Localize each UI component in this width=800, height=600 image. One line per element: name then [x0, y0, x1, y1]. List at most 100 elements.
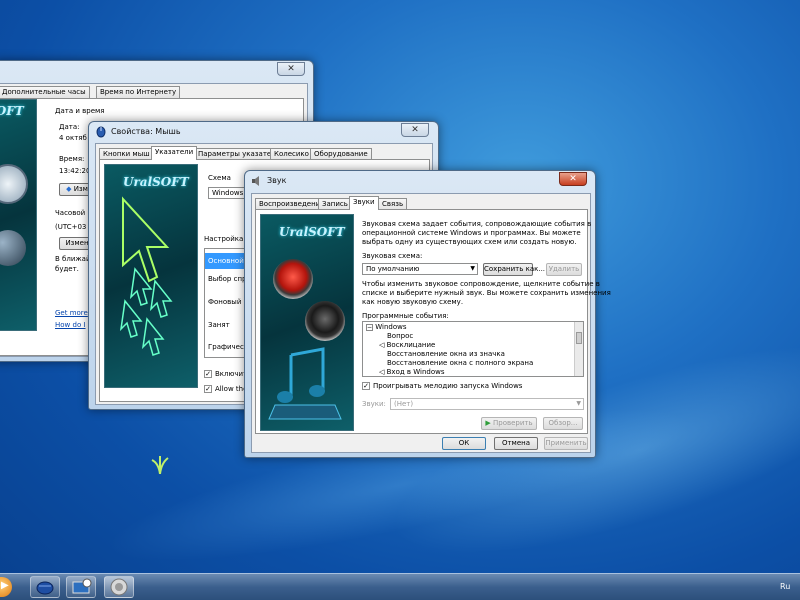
sphere-icon [0, 230, 26, 266]
music-note-icon [268, 347, 342, 420]
title-bar[interactable]: Свойства: Мышь [89, 122, 438, 144]
list-item[interactable]: − Windows [363, 323, 573, 332]
taskbar-mouse-button[interactable] [30, 576, 60, 598]
close-button[interactable]: ✕ [401, 123, 429, 137]
brand-logo: UralSOFT [0, 104, 24, 118]
wallpaper-plant [150, 452, 170, 475]
startup-sound-checkbox[interactable]: ✓ [362, 382, 370, 390]
description-line-2: операционной системе Windows и программа… [362, 229, 581, 237]
scrollbar-thumb[interactable] [576, 332, 582, 344]
dst-text-line-2: будет. [55, 265, 79, 273]
sounds-label: Звуки: [362, 400, 386, 408]
list-item[interactable]: ◁ Вход в Windows [363, 368, 573, 376]
window-title: Свойства: Мышь [111, 127, 181, 136]
speaker-icon [110, 578, 128, 596]
taskbar: ▶ Ru [0, 573, 800, 600]
sound-scheme-value: По умолчанию [366, 265, 420, 273]
list-item[interactable]: Основной ре [205, 253, 255, 269]
time-label: Время: [59, 155, 85, 163]
sound-window: Звук ✕ Воспроизведение Запись Звуки Связ… [244, 170, 611, 458]
tray-language-indicator[interactable]: Ru [780, 582, 790, 591]
monitor-clock-icon [72, 578, 92, 594]
save-as-button[interactable]: Сохранить как... [483, 263, 545, 276]
brand-image: UralSOFT [104, 164, 198, 388]
test-button[interactable]: ▶ Проверить [481, 417, 537, 430]
windows-logo-icon: ▶ [1, 580, 9, 591]
tab-internet-time[interactable]: Время по Интернету [96, 86, 181, 98]
black-speaker-icon [305, 301, 345, 341]
hint-line-1: Чтобы изменить звуковое сопровождение, щ… [362, 280, 600, 288]
list-item[interactable]: Выбор справ [205, 275, 255, 284]
timezone-value: (UTC+03 [55, 223, 87, 231]
browse-button[interactable]: Обзор... [543, 417, 583, 430]
how-do-i-link[interactable]: How do I [55, 321, 86, 329]
allow-themes-checkbox[interactable]: ✓ [204, 385, 212, 393]
brand-logo: UralSOFT [123, 175, 189, 189]
enable-shadow-checkbox[interactable]: ✓ [204, 370, 212, 378]
event-label: Вход в Windows [386, 368, 445, 376]
chevron-down-icon: ▼ [576, 400, 581, 407]
shield-icon: ◆ [66, 185, 72, 193]
apply-button[interactable]: Применить [544, 437, 588, 450]
program-events-label: Программные события: [362, 312, 449, 320]
hint-line-2: списке и выберите нужный звук. Вы можете… [362, 289, 611, 297]
cursor-arrow-icon [119, 196, 173, 356]
ok-button[interactable]: ОК [442, 437, 486, 450]
title-bar[interactable]: Звук [245, 171, 595, 193]
tab-panel: UralSOFT Звуковая схема задает события, … [255, 209, 611, 434]
mouse-icon [36, 581, 54, 595]
cancel-button[interactable]: Отмена [494, 437, 538, 450]
sounds-dropdown[interactable]: (Нет) ▼ [390, 398, 584, 410]
brand-image: UralSOFT [0, 99, 37, 331]
close-button[interactable]: ✕ [277, 62, 305, 76]
speaker-icon: ◁ [379, 341, 385, 349]
title-bar[interactable] [0, 61, 313, 83]
list-item[interactable]: Вопрос [363, 332, 573, 341]
collapse-icon: − [366, 324, 373, 331]
tab-pointers[interactable]: Указатели [151, 146, 198, 160]
hint-line-3: как новую звуковую схему. [362, 298, 464, 306]
dst-text-line-1: В ближай [55, 255, 91, 263]
description-line-1: Звуковая схема задает события, сопровожд… [362, 220, 592, 228]
list-item[interactable]: Фоновый ре [205, 298, 252, 307]
event-label: Восклицание [386, 341, 436, 349]
sound-scheme-label: Звуковая схема: [362, 252, 423, 260]
brand-image: UralSOFT [260, 214, 354, 431]
speaker-icon: ◁ [379, 368, 385, 376]
scheme-label: Схема [208, 174, 231, 182]
sound-scheme-dropdown[interactable]: По умолчанию ▼ [362, 263, 478, 275]
program-events-list[interactable]: − Windows Вопрос ◁ Восклицание Восстанов… [362, 321, 584, 377]
window-title: Звук [267, 176, 287, 185]
delete-button[interactable]: Удалить [546, 263, 582, 276]
red-speaker-icon [273, 259, 313, 299]
close-button[interactable]: ✕ [559, 172, 587, 186]
timezone-label: Часовой [55, 209, 86, 217]
date-value: 4 октяб [59, 134, 87, 142]
list-item[interactable]: Занят [205, 321, 245, 330]
chevron-down-icon: ▼ [470, 265, 475, 272]
description-line-3: выбрать одну из существующих схем или со… [362, 238, 577, 246]
window-client: Воспроизведение Запись Звуки Связь UralS… [251, 193, 611, 453]
taskbar-clock-button[interactable] [66, 576, 96, 598]
scrollbar[interactable] [574, 322, 583, 376]
time-value: 13:42:20 [59, 167, 91, 175]
list-item[interactable]: ◁ Восклицание [363, 341, 573, 350]
mouse-icon [95, 126, 107, 138]
clock-icon [0, 164, 28, 204]
test-button-label: Проверить [493, 419, 533, 427]
taskbar-sound-button[interactable] [104, 576, 134, 598]
list-item[interactable]: Графическое [205, 343, 257, 352]
tab-sounds[interactable]: Звуки [349, 196, 379, 210]
brand-logo: UralSOFT [279, 225, 345, 239]
get-more-link[interactable]: Get more [55, 309, 88, 317]
date-label: Дата: [59, 123, 80, 131]
play-icon: ▶ [485, 419, 491, 427]
list-item[interactable]: Восстановление окна с полного экрана [363, 359, 573, 368]
tab-additional-clocks[interactable]: Дополнительные часы [0, 86, 90, 98]
date-time-group-title: Дата и время [55, 107, 105, 115]
speaker-icon [251, 175, 263, 187]
start-button[interactable]: ▶ [0, 577, 12, 597]
event-label: Windows [375, 323, 407, 331]
startup-sound-label: Проигрывать мелодию запуска Windows [373, 382, 523, 390]
list-item[interactable]: Восстановление окна из значка [363, 350, 573, 359]
